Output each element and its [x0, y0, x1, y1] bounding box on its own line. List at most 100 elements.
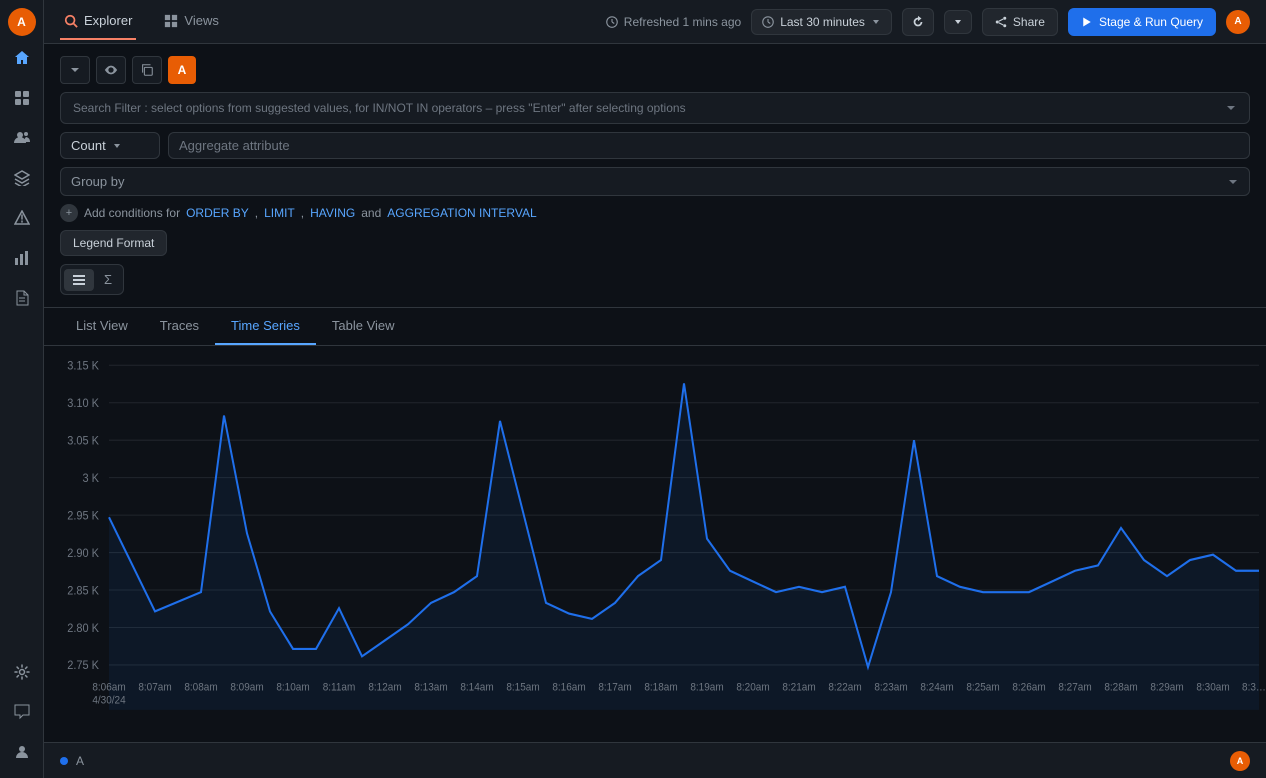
svg-text:3.15 K: 3.15 K — [67, 360, 99, 372]
refresh-button[interactable] — [902, 8, 934, 36]
tab-table-view-label: Table View — [332, 318, 395, 333]
svg-text:8:16am: 8:16am — [552, 682, 585, 693]
tab-time-series[interactable]: Time Series — [215, 308, 316, 345]
bottom-avatar[interactable]: A — [1230, 751, 1250, 771]
chart-legend: A — [60, 754, 84, 768]
svg-text:8:29am: 8:29am — [1150, 682, 1183, 693]
tab-views-label: Views — [184, 13, 218, 28]
legend-format-row: Legend Format — [60, 230, 1250, 256]
svg-text:8:19am: 8:19am — [690, 682, 723, 693]
svg-text:8:17am: 8:17am — [598, 682, 631, 693]
tabs-bar: List View Traces Time Series Table View — [44, 308, 1266, 346]
tab-list-view-label: List View — [76, 318, 128, 333]
time-series-chart: 3.15 K 3.10 K 3.05 K 3 K 2.95 K 2.90 K 2… — [44, 346, 1266, 742]
svg-text:8:07am: 8:07am — [138, 682, 171, 693]
agg-placeholder: Aggregate attribute — [179, 138, 290, 153]
tab-views[interactable]: Views — [160, 3, 222, 40]
svg-text:8:21am: 8:21am — [782, 682, 815, 693]
svg-text:8:22am: 8:22am — [828, 682, 861, 693]
time-range-label: Last 30 minutes — [780, 15, 865, 29]
svg-text:8:27am: 8:27am — [1058, 682, 1091, 693]
svg-text:8:28am: 8:28am — [1104, 682, 1137, 693]
agg-interval-link[interactable]: AGGREGATION INTERVAL — [387, 206, 536, 220]
conditions-row: + Add conditions for ORDER BY , LIMIT , … — [60, 204, 1250, 222]
share-button[interactable]: Share — [982, 8, 1058, 36]
bottom-bar: A A — [44, 742, 1266, 778]
sidebar: A — [0, 0, 44, 778]
svg-text:8:18am: 8:18am — [644, 682, 677, 693]
legend-dot — [60, 757, 68, 765]
search-placeholder: Search Filter : select options from sugg… — [73, 101, 686, 115]
query-toolbar: A — [60, 56, 1250, 84]
svg-text:4/30/24: 4/30/24 — [92, 695, 126, 706]
user-avatar-top[interactable]: A — [1226, 10, 1250, 34]
toolbar-eye-btn[interactable] — [96, 56, 126, 84]
refresh-text: Refreshed 1 mins ago — [624, 15, 741, 29]
comma2: , — [301, 206, 304, 220]
sidebar-icon-grid[interactable] — [4, 80, 40, 116]
aggregate-attribute-input[interactable]: Aggregate attribute — [168, 132, 1250, 159]
comma1: , — [255, 206, 258, 220]
svg-text:8:23am: 8:23am — [874, 682, 907, 693]
sigma-icon: Σ — [104, 272, 112, 287]
run-query-label: Stage & Run Query — [1099, 15, 1203, 29]
sidebar-icon-settings[interactable] — [4, 654, 40, 690]
run-query-button[interactable]: Stage & Run Query — [1068, 8, 1216, 36]
group-by-row[interactable]: Group by — [60, 167, 1250, 196]
group-by-label: Group by — [71, 174, 124, 189]
sidebar-icon-home[interactable] — [4, 40, 40, 76]
conditions-prefix: Add conditions for — [84, 206, 180, 220]
svg-text:8:26am: 8:26am — [1012, 682, 1045, 693]
tab-explorer-label: Explorer — [84, 13, 132, 28]
sidebar-icon-person[interactable] — [4, 734, 40, 770]
sidebar-icon-layers[interactable] — [4, 160, 40, 196]
toolbar-collapse-btn[interactable] — [60, 56, 90, 84]
svg-text:8:24am: 8:24am — [920, 682, 953, 693]
toolbar-copy-btn[interactable] — [132, 56, 162, 84]
sidebar-icon-doc[interactable] — [4, 280, 40, 316]
order-by-link[interactable]: ORDER BY — [186, 206, 249, 220]
having-link[interactable]: HAVING — [310, 206, 355, 220]
svg-text:8:10am: 8:10am — [276, 682, 309, 693]
svg-text:8:30am: 8:30am — [1196, 682, 1229, 693]
sidebar-icon-alert[interactable] — [4, 200, 40, 236]
aggregate-row: Count Aggregate attribute — [60, 132, 1250, 159]
svg-text:3.05 K: 3.05 K — [67, 435, 99, 447]
svg-text:2.80 K: 2.80 K — [67, 622, 99, 634]
settings-caret[interactable] — [944, 10, 972, 34]
sidebar-avatar[interactable]: A — [8, 8, 36, 36]
limit-link[interactable]: LIMIT — [264, 206, 295, 220]
svg-text:8:09am: 8:09am — [230, 682, 263, 693]
svg-text:3.10 K: 3.10 K — [67, 398, 99, 410]
sidebar-icon-chart[interactable] — [4, 240, 40, 276]
tab-explorer[interactable]: Explorer — [60, 3, 136, 40]
view-toggle-row: Σ — [60, 264, 124, 295]
svg-text:8:06am: 8:06am — [92, 682, 125, 693]
add-condition-btn[interactable]: + — [60, 204, 78, 222]
query-builder: A Search Filter : select options from su… — [44, 44, 1266, 308]
time-range-dropdown[interactable]: Last 30 minutes — [751, 9, 892, 35]
refresh-info: Refreshed 1 mins ago — [606, 15, 741, 29]
view-toggle-sum[interactable]: Σ — [96, 268, 120, 291]
tab-traces[interactable]: Traces — [144, 308, 215, 345]
and-text: and — [361, 206, 381, 220]
view-toggle-list[interactable] — [64, 269, 94, 291]
svg-text:8:20am: 8:20am — [736, 682, 769, 693]
count-label: Count — [71, 138, 106, 153]
svg-text:2.95 K: 2.95 K — [67, 510, 99, 522]
tab-list-view[interactable]: List View — [60, 308, 144, 345]
sidebar-icon-users[interactable] — [4, 120, 40, 156]
svg-text:2.90 K: 2.90 K — [67, 548, 99, 560]
svg-text:8:3…: 8:3… — [1242, 682, 1266, 693]
legend-format-btn[interactable]: Legend Format — [60, 230, 167, 256]
svg-text:8:11am: 8:11am — [323, 682, 356, 693]
main-content: Explorer Views Refreshed 1 mins ago Last… — [44, 0, 1266, 778]
svg-text:8:13am: 8:13am — [414, 682, 447, 693]
legend-label: A — [76, 754, 84, 768]
count-select[interactable]: Count — [60, 132, 160, 159]
tab-table-view[interactable]: Table View — [316, 308, 411, 345]
share-label: Share — [1013, 15, 1045, 29]
svg-text:3 K: 3 K — [83, 473, 100, 485]
search-filter-bar[interactable]: Search Filter : select options from sugg… — [60, 92, 1250, 124]
sidebar-icon-comment[interactable] — [4, 694, 40, 730]
